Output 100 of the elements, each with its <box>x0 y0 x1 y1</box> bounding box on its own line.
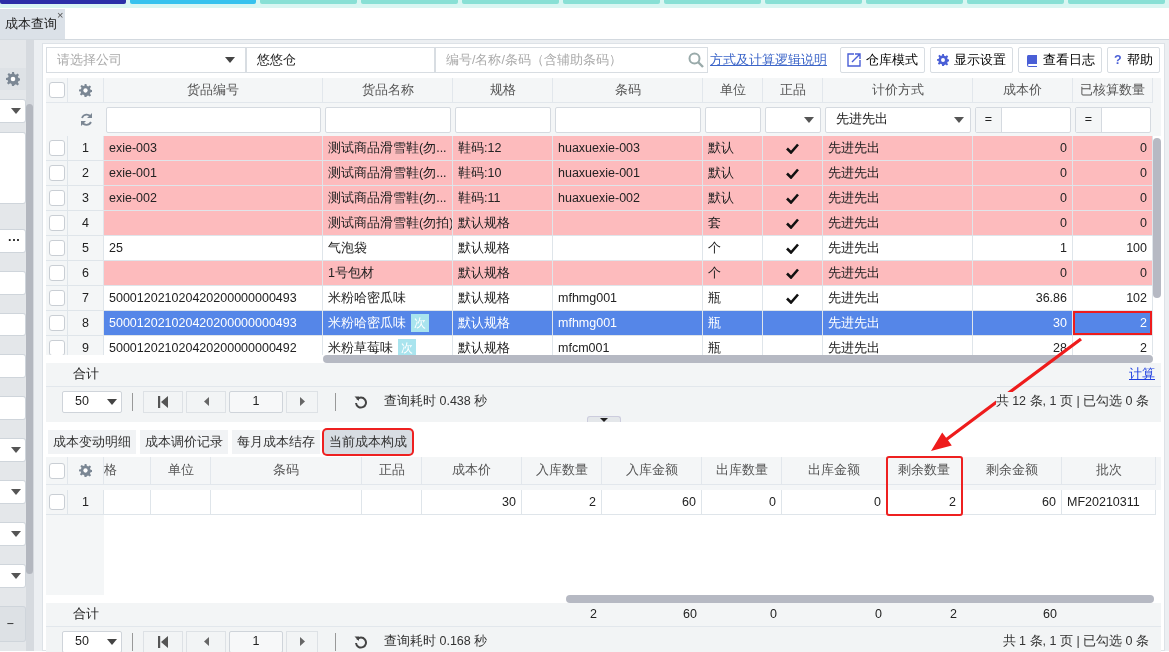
table-row[interactable]: 3 exie-002 测试商品滑雪鞋(勿... 鞋码:11 huaxuexie-002 默认 先进先出 0 0 <box>46 186 1153 211</box>
first-page-icon <box>158 635 168 648</box>
toolbar-button[interactable]: 仓库模式 <box>840 47 925 73</box>
filter-field[interactable] <box>555 106 701 133</box>
right-triangle-icon <box>299 397 305 406</box>
table-row[interactable]: 2 exie-001 测试商品滑雪鞋(勿... 鞋码:10 huaxuexie-001 默认 先进先出 0 0 <box>46 161 1153 186</box>
calculate-link[interactable]: 计算 <box>1129 365 1161 384</box>
text-area[interactable] <box>0 131 26 204</box>
close-button[interactable]: × <box>57 9 64 21</box>
collapse-button[interactable]: − <box>0 606 26 642</box>
module-tab[interactable] <box>866 0 964 4</box>
dropdown[interactable] <box>0 522 26 547</box>
table-row[interactable]: 1 exie-003 测试商品滑雪鞋(勿... 鞋码:12 huaxuexie-003 默认 先进先出 0 0 <box>46 136 1153 161</box>
dropdown[interactable] <box>0 480 26 505</box>
previous-page-button[interactable] <box>186 390 226 413</box>
page-size-dropdown[interactable]: 50 <box>62 630 122 652</box>
next-page-button[interactable] <box>286 390 318 413</box>
table-row[interactable]: 4 测试商品滑雪鞋(勿拍) 默认规格 套 先进先出 0 0 <box>46 211 1153 236</box>
filter-field[interactable] <box>705 106 761 133</box>
table-cell: 500012021020420200000000492 <box>104 336 323 355</box>
filter-field[interactable]: = <box>975 106 1071 133</box>
table-row[interactable]: 6 1号包材 默认规格 个 先进先出 0 0 <box>46 261 1153 286</box>
toolbar-button[interactable]: 查看日志 <box>1018 47 1102 73</box>
input-field[interactable] <box>0 312 26 337</box>
first-page-button[interactable] <box>143 390 183 413</box>
more-button[interactable]: ··· <box>0 228 26 253</box>
page-tab[interactable]: 成本查询 × <box>0 9 66 39</box>
dropdown[interactable] <box>0 438 26 463</box>
module-tab[interactable] <box>1068 0 1165 4</box>
caret-icon <box>954 116 964 123</box>
filter-field[interactable]: = <box>1075 106 1151 133</box>
right-triangle-icon <box>299 637 305 646</box>
next-page-button[interactable] <box>286 630 318 652</box>
scrollbar[interactable] <box>26 104 34 574</box>
table-cell: 102 <box>1073 286 1153 311</box>
checkbox[interactable] <box>48 190 65 206</box>
tab[interactable]: 成本变动明细 <box>48 430 136 454</box>
page-size-dropdown[interactable]: 50 <box>62 390 122 413</box>
table-row[interactable]: 7 500012021020420200000000493 米粉哈密瓜味 默认规格 mfhmg001 瓶 先进先出 36.86 102 <box>46 286 1153 311</box>
refresh-icon[interactable] <box>354 634 368 649</box>
dropdown[interactable] <box>0 98 26 123</box>
module-tab[interactable] <box>765 0 863 4</box>
tab[interactable]: 成本调价记录 <box>140 430 228 454</box>
checkbox[interactable] <box>48 165 65 181</box>
previous-page-button[interactable] <box>186 630 226 652</box>
gear-icon <box>79 464 92 477</box>
query-time-text: 查询耗时 0.168 秒 <box>384 633 488 651</box>
filter-field[interactable] <box>455 106 551 133</box>
tab[interactable]: 当前成本构成 <box>324 430 412 454</box>
checkbox[interactable] <box>48 494 65 510</box>
refresh-icon[interactable] <box>354 394 368 409</box>
checkbox[interactable] <box>48 290 65 306</box>
gear-icon <box>79 83 92 97</box>
checkbox[interactable] <box>48 340 65 355</box>
help-link[interactable]: 方式及计算逻辑说明 <box>710 50 827 70</box>
module-tab[interactable] <box>967 0 1065 4</box>
module-tab[interactable] <box>664 0 762 4</box>
left-triangle-icon <box>203 397 209 406</box>
warehouse-field[interactable]: 悠悠仓 <box>246 47 435 73</box>
checkbox[interactable] <box>48 82 65 98</box>
filter-dropdown[interactable] <box>765 106 821 133</box>
dropdown[interactable] <box>0 564 26 589</box>
checkbox[interactable] <box>48 315 65 331</box>
filter-field[interactable] <box>106 106 321 133</box>
caret-icon <box>10 573 21 580</box>
table-row[interactable]: 5 25 气泡袋 默认规格 个 先进先出 1 100 <box>46 236 1153 261</box>
input-field[interactable] <box>0 354 26 379</box>
module-tab[interactable] <box>260 0 358 4</box>
total-value: 0 <box>769 606 778 624</box>
total-value: 60 <box>1042 606 1058 624</box>
page-number-field[interactable]: 1 <box>229 390 283 413</box>
toolbar-button[interactable]: 显示设置 <box>930 47 1013 73</box>
page-number-field[interactable]: 1 <box>229 630 283 652</box>
checkbox[interactable] <box>48 462 65 479</box>
search-icon <box>688 52 704 68</box>
first-page-button[interactable] <box>143 630 183 652</box>
checkbox[interactable] <box>48 240 65 256</box>
table-row[interactable]: 8 500012021020420200000000493 米粉哈密瓜味 次 默认规格 mfhmg001 瓶 先进先出 30 2 <box>46 311 1153 336</box>
scrollbar[interactable] <box>1153 138 1161 298</box>
module-tab[interactable] <box>130 0 257 4</box>
module-tab[interactable] <box>563 0 661 4</box>
caret-icon <box>10 489 21 496</box>
module-tab[interactable] <box>462 0 560 4</box>
table-cell: 60 <box>962 490 1062 515</box>
input-field[interactable] <box>0 270 26 295</box>
checkbox[interactable] <box>48 265 65 281</box>
tab[interactable]: 每月成本结存 <box>232 430 320 454</box>
scrollbar[interactable] <box>566 595 1154 603</box>
toolbar-button[interactable]: ? 帮助 <box>1107 47 1160 73</box>
checkbox[interactable] <box>48 215 65 231</box>
checkbox[interactable] <box>48 140 65 156</box>
first-page-icon <box>158 395 168 408</box>
input-field[interactable] <box>0 396 26 421</box>
filter-dropdown[interactable]: 先进先出 <box>825 106 971 133</box>
table-cell: 30 <box>422 490 522 515</box>
scrollbar[interactable] <box>323 355 1153 363</box>
filter-field[interactable] <box>325 106 451 133</box>
module-tab[interactable] <box>0 0 127 4</box>
module-tab[interactable] <box>361 0 459 4</box>
splitter-handle[interactable] <box>586 416 621 422</box>
